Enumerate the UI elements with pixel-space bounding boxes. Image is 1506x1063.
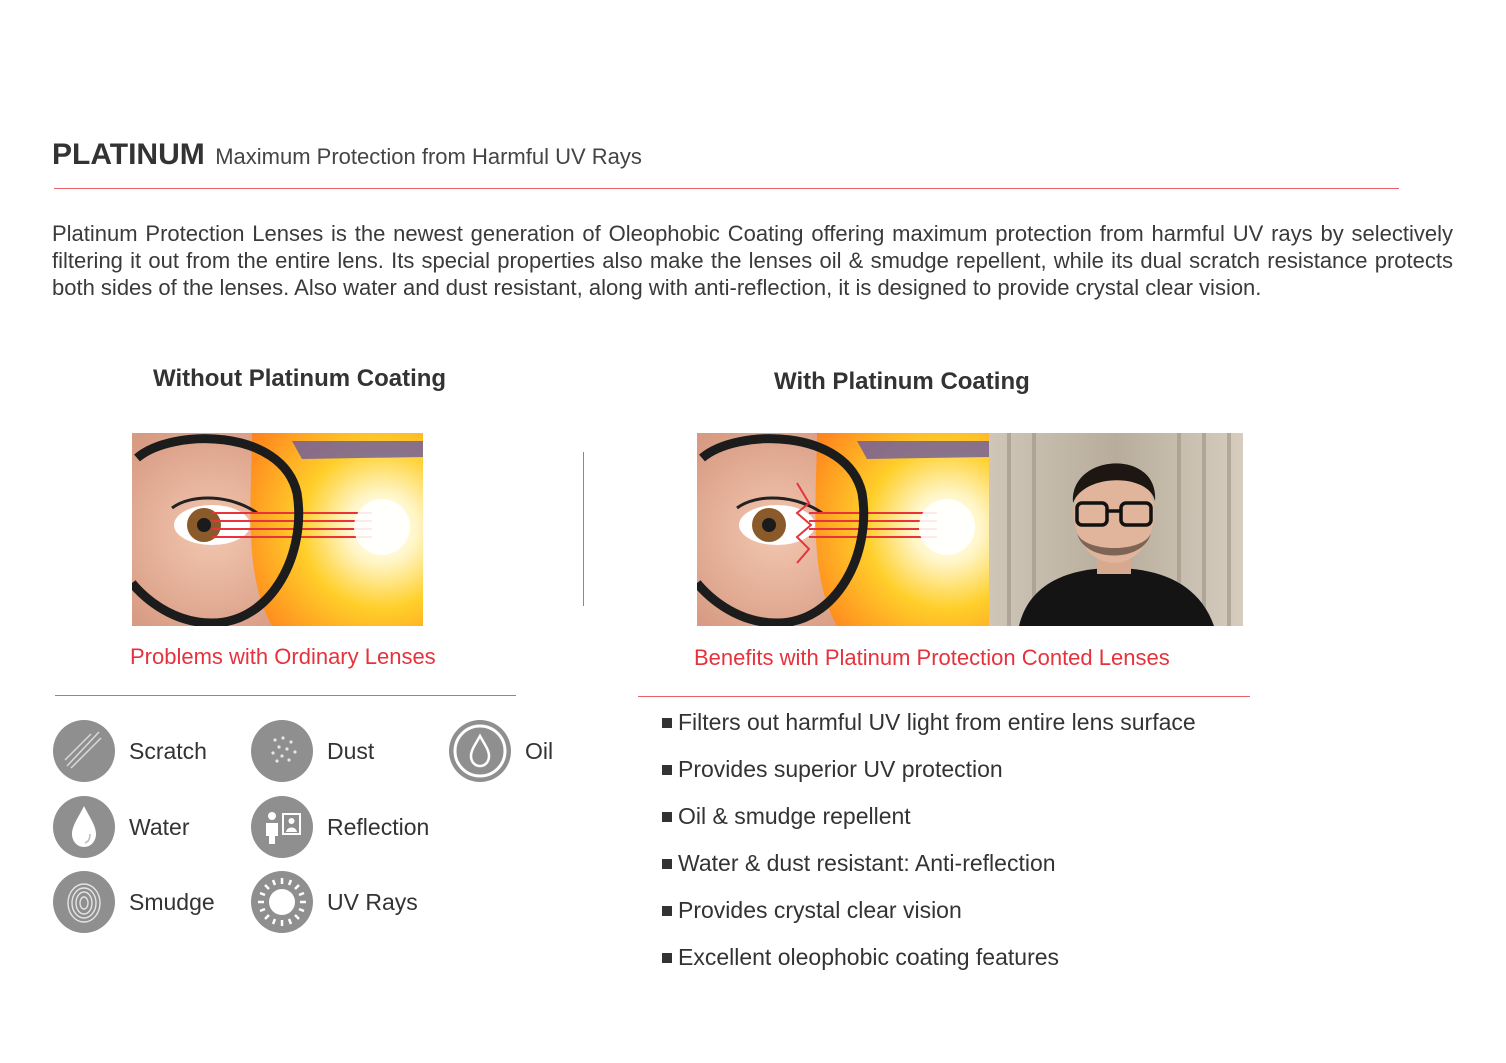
problems-caption: Problems with Ordinary Lenses [130,644,436,669]
benefits-list: Filters out harmful UV light from entire… [662,708,1196,990]
benefit-item: Excellent oleophobic coating features [662,943,1196,990]
benefits-caption: Benefits with Platinum Protection Conted… [694,645,1170,670]
problem-smudge: Smudge [53,871,215,933]
bullet-square-icon [662,812,672,822]
problem-uv-rays: UV Rays [251,871,418,933]
problem-scratch: Scratch [53,720,207,782]
oil-drop-icon [449,720,511,782]
problem-dust: Dust [251,720,374,782]
title-divider [54,188,1399,189]
problem-label: Water [129,813,190,840]
uncoated-lens-image [132,433,423,626]
intro-paragraph: Platinum Protection Lenses is the newest… [52,221,1453,300]
bullet-square-icon [662,859,672,869]
reflection-icon [251,796,313,858]
column-divider [583,452,584,606]
problem-water: Water [53,796,190,858]
problem-reflection: Reflection [251,796,429,858]
bullet-square-icon [662,765,672,775]
problems-divider [55,695,516,696]
problem-label: Reflection [327,813,430,840]
fingerprint-icon [53,871,115,933]
problem-label: Dust [327,737,375,764]
scratch-icon [53,720,115,782]
brand-name: PLATINUM [52,138,205,171]
problem-label: Oil [525,737,554,764]
benefit-item: Provides crystal clear vision [662,896,1196,943]
benefit-item: Oil & smudge repellent [662,802,1196,849]
problem-oil: Oil [449,720,553,782]
model-with-glasses-image [989,433,1243,626]
problem-label: Scratch [129,737,207,764]
dust-icon [251,720,313,782]
problem-label: Smudge [129,888,215,915]
benefit-item: Water & dust resistant: Anti-reflection [662,849,1196,896]
benefit-item: Provides superior UV protection [662,755,1196,802]
bullet-square-icon [662,906,672,916]
benefits-divider [638,696,1250,697]
bullet-square-icon [662,718,672,728]
bullet-square-icon [662,953,672,963]
with-heading: With Platinum Coating [774,368,1030,395]
page-title: PLATINUM Maximum Protection from Harmful… [52,138,642,172]
without-heading: Without Platinum Coating [153,365,447,392]
sun-icon [251,871,313,933]
water-drop-icon [53,796,115,858]
benefit-item: Filters out harmful UV light from entire… [662,708,1196,755]
coated-lens-image [697,433,989,626]
problem-label: UV Rays [327,888,418,915]
page-tagline: Maximum Protection from Harmful UV Rays [215,144,642,169]
